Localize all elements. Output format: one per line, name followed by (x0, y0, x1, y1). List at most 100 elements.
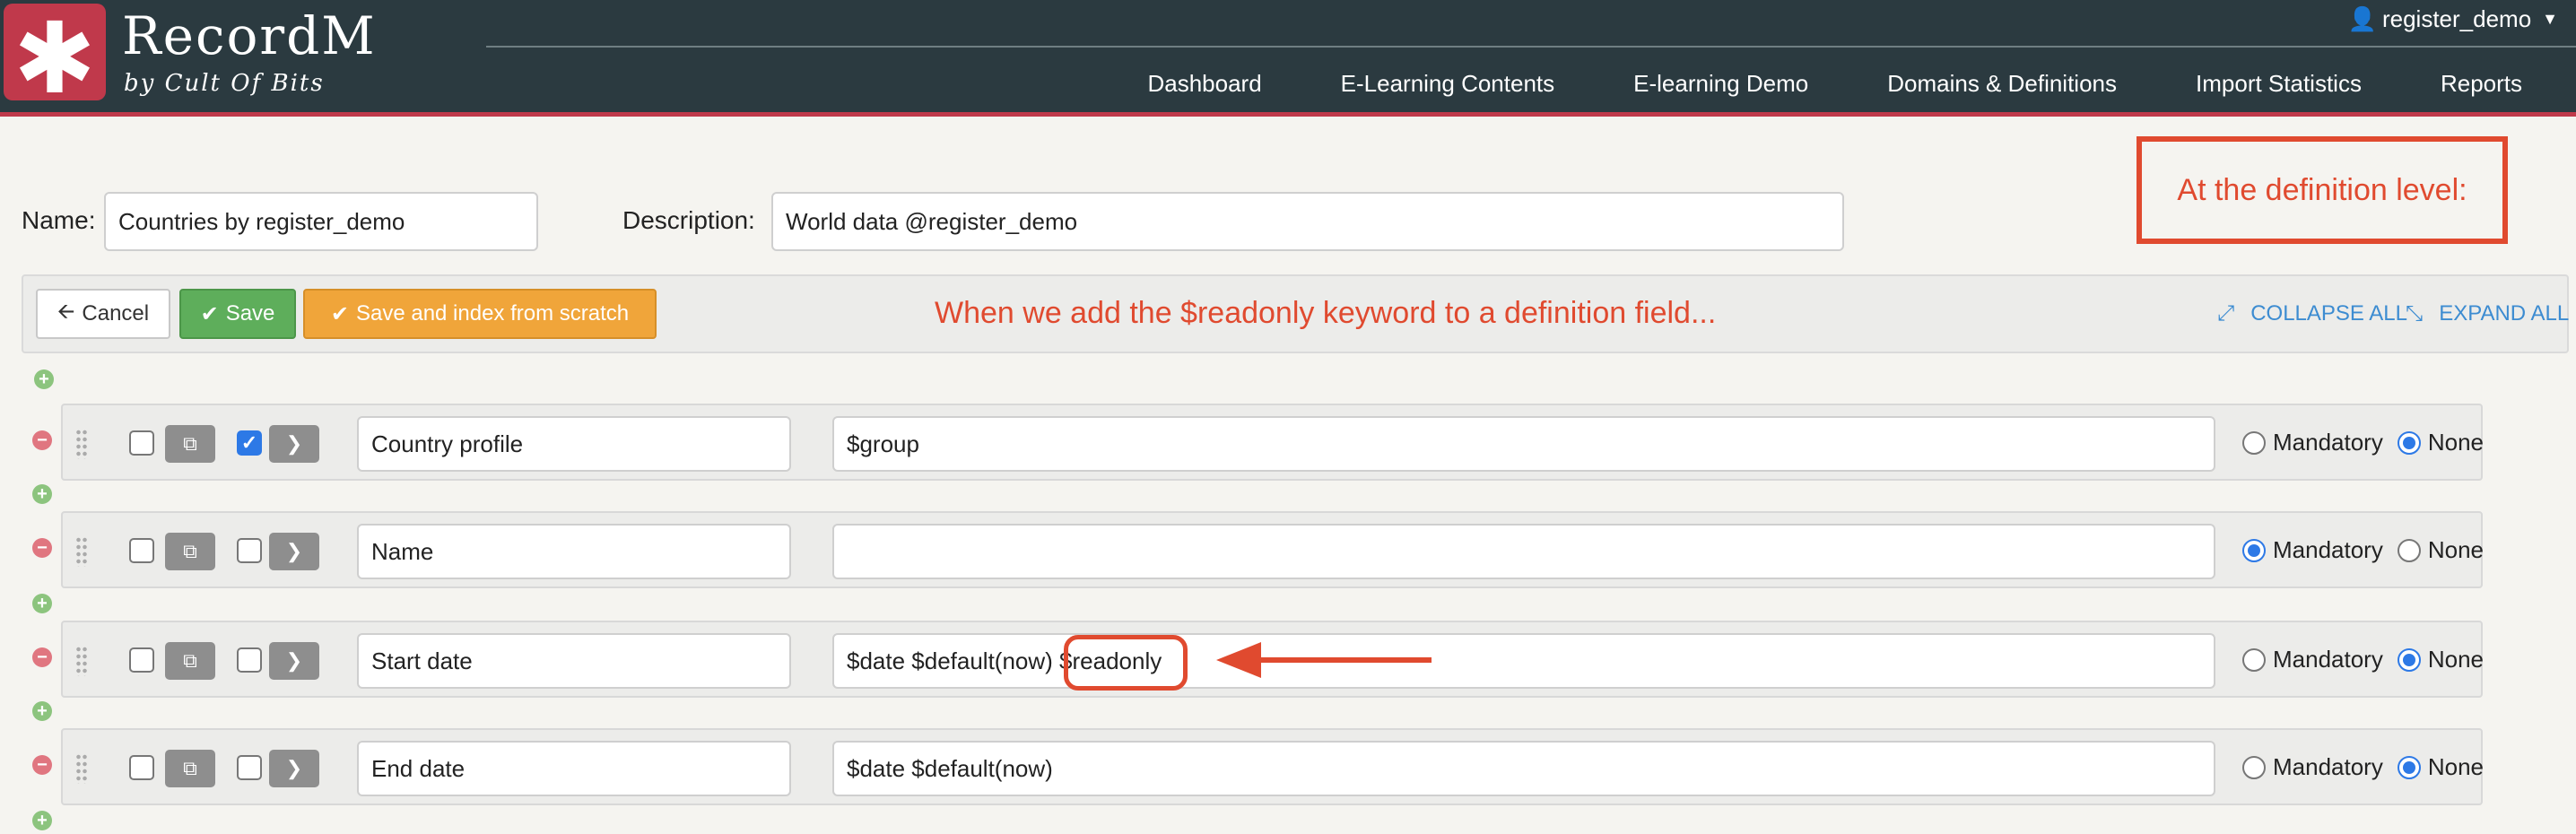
group-checkbox[interactable] (237, 647, 262, 673)
mandatory-label: Mandatory (2273, 646, 2383, 673)
field-description-input[interactable]: $date $default(now) $readonly (832, 633, 2215, 689)
add-field-icon[interactable]: + (32, 484, 52, 504)
none-label: None (2427, 753, 2484, 780)
add-field-icon[interactable]: + (32, 701, 52, 721)
field-description-input[interactable]: $group (832, 416, 2215, 472)
collapse-all-label: COLLAPSE ALL (2250, 301, 2407, 326)
remove-field-icon[interactable]: − (32, 430, 52, 450)
mandatory-label: Mandatory (2273, 536, 2383, 563)
copy-icon: ⧉ (183, 540, 197, 562)
definition-level-text: At the definition level: (2177, 172, 2467, 207)
name-label: Name: (22, 206, 96, 234)
mandatory-label: Mandatory (2273, 429, 2383, 456)
save-index-label: Save and index from scratch (355, 301, 630, 326)
asterisk-icon: ✱ (13, 1, 97, 116)
copy-icon: ⧉ (183, 649, 197, 672)
duplicate-button[interactable]: ⧉ (165, 750, 215, 787)
expand-all-label: EXPAND ALL (2439, 301, 2570, 326)
copy-icon: ⧉ (183, 757, 197, 779)
none-radio[interactable] (2397, 538, 2421, 562)
chevron-right-icon: ❯ (285, 540, 303, 562)
drag-handle-icon[interactable] (75, 646, 88, 676)
definition-level-annotation: At the definition level: (2137, 136, 2508, 244)
mandatory-radio-group: Mandatory None (2242, 429, 2484, 456)
person-icon: 👤 (2347, 5, 2377, 32)
save-button[interactable]: ✔ Save (179, 289, 296, 339)
save-index-button[interactable]: ✔ Save and index from scratch (303, 289, 657, 339)
field-row: ⧉ ❯ Name Mandatory None (61, 511, 2484, 588)
none-radio[interactable] (2397, 647, 2421, 672)
drag-handle-icon[interactable] (75, 753, 88, 784)
none-label: None (2427, 536, 2484, 563)
mandatory-radio[interactable] (2242, 430, 2266, 455)
nav-reports[interactable]: Reports (2401, 70, 2576, 106)
chevron-right-icon: ❯ (285, 649, 303, 672)
check-icon: ✔ (330, 301, 349, 326)
group-checkbox[interactable] (237, 755, 262, 780)
description-input[interactable]: World data @register_demo (771, 192, 1844, 251)
remove-field-icon[interactable]: − (32, 538, 52, 558)
logo[interactable]: ✱ (4, 4, 106, 108)
expand-row-button[interactable]: ❯ (269, 750, 319, 787)
definition-toolbar: 🡨 Cancel ✔ Save ✔ Save and index from sc… (22, 274, 2569, 353)
app-name: RecordM (122, 5, 377, 66)
collapse-all-link[interactable]: ⤢ COLLAPSE ALL (2217, 301, 2407, 326)
add-field-icon[interactable]: + (32, 811, 52, 830)
expand-all-link[interactable]: ⤡ EXPAND ALL (2406, 301, 2569, 326)
field-name-input[interactable]: Name (357, 524, 791, 579)
mandatory-radio[interactable] (2242, 538, 2266, 562)
drag-handle-icon[interactable] (75, 536, 88, 567)
add-field-icon[interactable]: + (34, 369, 54, 389)
none-radio[interactable] (2397, 430, 2421, 455)
expand-row-button[interactable]: ❯ (269, 533, 319, 570)
cancel-label: Cancel (82, 301, 150, 326)
name-input[interactable]: Countries by register_demo (104, 192, 538, 251)
mandatory-label: Mandatory (2273, 753, 2383, 780)
nav-domains-definitions[interactable]: Domains & Definitions (1848, 70, 2156, 106)
user-menu[interactable]: 👤 register_demo ▼ (2348, 5, 2558, 33)
group-checkbox[interactable]: ✓ (237, 430, 262, 456)
app-tagline: by Cult Of Bits (124, 70, 325, 97)
chevron-right-icon: ❯ (285, 757, 303, 779)
field-name-input[interactable]: End date (357, 741, 791, 796)
remove-field-icon[interactable]: − (32, 755, 52, 775)
none-label: None (2427, 429, 2484, 456)
expand-row-button[interactable]: ❯ (269, 425, 319, 463)
field-row: ⧉ ✓ ❯ Country profile $group Mandatory N… (61, 404, 2484, 481)
description-label: Description: (622, 206, 755, 234)
field-description-input[interactable] (832, 524, 2215, 579)
mandatory-radio-group: Mandatory None (2242, 536, 2484, 564)
save-label: Save (225, 301, 275, 326)
readonly-highlight-box (1064, 635, 1188, 691)
nav-import-statistics[interactable]: Import Statistics (2156, 70, 2401, 106)
cancel-button[interactable]: 🡨 Cancel (36, 289, 170, 339)
nav-elearning-contents[interactable]: E-Learning Contents (1301, 70, 1594, 106)
compress-icon: ⤢ (2217, 301, 2235, 326)
group-checkbox[interactable] (237, 538, 262, 563)
field-description-input[interactable]: $date $default(now) (832, 741, 2215, 796)
drag-handle-icon[interactable] (75, 429, 88, 459)
duplicate-button[interactable]: ⧉ (165, 425, 215, 463)
row-select-checkbox[interactable] (129, 430, 154, 456)
nav-elearning-demo[interactable]: E-learning Demo (1594, 70, 1848, 106)
field-row: ⧉ ❯ End date $date $default(now) Mandato… (61, 728, 2484, 805)
nav-dashboard[interactable]: Dashboard (1108, 70, 1301, 106)
field-name-input[interactable]: Start date (357, 633, 791, 689)
row-select-checkbox[interactable] (129, 538, 154, 563)
remove-field-icon[interactable]: − (32, 647, 52, 667)
arrow-left-icon: 🡨 (57, 299, 75, 324)
user-name: register_demo (2381, 5, 2532, 32)
row-select-checkbox[interactable] (129, 647, 154, 673)
expand-row-button[interactable]: ❯ (269, 642, 319, 680)
row-select-checkbox[interactable] (129, 755, 154, 780)
mandatory-radio[interactable] (2242, 755, 2266, 779)
mandatory-radio[interactable] (2242, 647, 2266, 672)
none-radio[interactable] (2397, 755, 2421, 779)
add-field-icon[interactable]: + (32, 594, 52, 613)
duplicate-button[interactable]: ⧉ (165, 533, 215, 570)
field-name-input[interactable]: Country profile (357, 416, 791, 472)
mandatory-radio-group: Mandatory None (2242, 646, 2484, 673)
duplicate-button[interactable]: ⧉ (165, 642, 215, 680)
top-header: ✱ RecordM by Cult Of Bits 👤 register_dem… (0, 0, 2576, 117)
expand-icon: ⤡ (2406, 301, 2424, 326)
